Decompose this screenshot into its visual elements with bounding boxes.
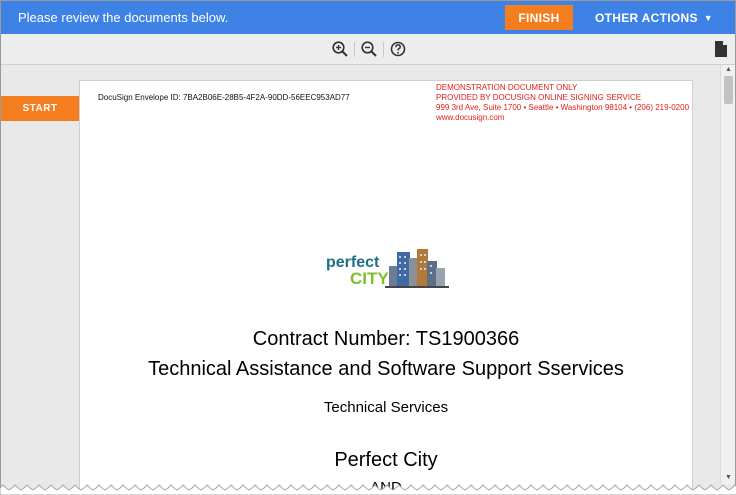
zoom-out-icon[interactable] (360, 40, 378, 58)
contract-number: Contract Number: TS1900366 (252, 328, 520, 350)
document-viewer[interactable]: START DocuSign Envelope ID: 7BA2B06E-28B… (1, 65, 735, 494)
scroll-down-icon[interactable]: ▼ (721, 473, 735, 483)
document-toolbar (1, 34, 735, 65)
zoom-in-icon[interactable] (331, 40, 349, 58)
demo-notice-line: 999 3rd Ave, Suite 1700 • Seattle • Wash… (436, 103, 690, 112)
review-message: Please review the documents below. (18, 10, 229, 25)
start-button[interactable]: START (1, 96, 79, 121)
logo-word-city: CITY (350, 269, 389, 288)
demo-notice-link: www.docusign.com (436, 113, 505, 122)
vertical-scrollbar[interactable]: ▲ ▼ (720, 65, 735, 485)
city-skyline-icon (385, 249, 449, 288)
envelope-id: DocuSign Envelope ID: 7BA2B06E-28B5-4F2A… (98, 93, 350, 102)
demo-notice-line: PROVIDED BY DOCUSIGN ONLINE SIGNING SERV… (436, 93, 642, 102)
demo-notice-line: DEMONSTRATION DOCUMENT ONLY (436, 83, 578, 92)
other-actions-label: OTHER ACTIONS (594, 10, 698, 25)
party-name: Perfect City (334, 449, 438, 471)
toolbar-divider (354, 42, 355, 57)
toolbar-divider (383, 42, 384, 57)
demo-notice: DEMONSTRATION DOCUMENT ONLY PROVIDED BY … (436, 83, 689, 123)
docusign-window: Please review the documents below. FINIS… (0, 0, 736, 495)
chevron-down-icon: ▼ (703, 12, 713, 23)
document-page: DocuSign Envelope ID: 7BA2B06E-28B5-4F2A… (79, 80, 693, 494)
torn-edge (0, 484, 736, 495)
scroll-up-icon[interactable]: ▲ (721, 65, 735, 75)
document-icon[interactable] (714, 41, 728, 57)
help-icon[interactable] (389, 40, 407, 58)
scrollbar-thumb[interactable] (724, 76, 733, 104)
finish-button[interactable]: FINISH (505, 5, 573, 30)
contract-subtitle: Technical Assistance and Software Suppor… (148, 358, 624, 380)
services-heading: Technical Services (323, 399, 449, 416)
perfect-city-logo: perfect CITY (326, 249, 449, 288)
review-top-bar: Please review the documents below. FINIS… (1, 1, 735, 34)
other-actions-menu[interactable]: OTHER ACTIONS ▼ (591, 5, 717, 30)
